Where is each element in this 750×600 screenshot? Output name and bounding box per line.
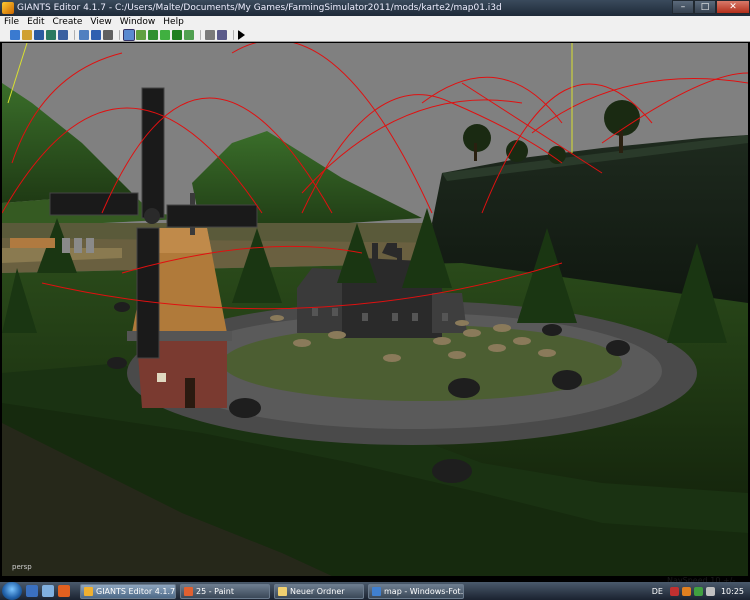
system-tray: DE 10:25 [652,582,750,600]
paint-icon[interactable] [148,29,158,40]
photo-viewer-icon [372,586,381,596]
tool-icon[interactable] [205,29,215,40]
grass-icon[interactable] [184,29,194,40]
network-icon[interactable] [693,586,703,596]
menu-view[interactable]: View [86,17,115,27]
tray-app-icon[interactable] [681,586,691,596]
task-giants-editor[interactable]: GIANTS Editor 4.1.7 ... [80,583,176,599]
volume-icon[interactable] [705,586,715,596]
export-icon[interactable] [58,29,68,40]
clock[interactable]: 10:25 [721,587,744,596]
start-button[interactable] [2,582,22,600]
new-icon[interactable] [10,29,20,40]
windows-taskbar: GIANTS Editor 4.1.7 ... 25 - Paint Neuer… [0,582,750,600]
show-desktop-icon[interactable] [26,585,38,597]
toolbar-separator [233,29,234,40]
import-icon[interactable] [79,29,89,40]
terrain-icon[interactable] [136,29,146,40]
task-label: Neuer Ordner [290,586,345,596]
toolbar-separator [74,29,75,40]
scene-render [2,43,748,576]
toolbar [0,28,750,42]
close-button[interactable]: ✕ [716,0,750,14]
3d-viewport[interactable]: persp [2,43,748,576]
foliage-icon[interactable] [160,29,170,40]
window-title: GIANTS Editor 4.1.7 - C:/Users/Malte/Doc… [17,3,502,13]
undo-icon[interactable] [91,29,101,40]
task-label: 25 - Paint [196,586,234,596]
redo-icon[interactable] [103,29,113,40]
select-icon[interactable] [123,28,135,41]
menu-create[interactable]: Create [49,17,87,27]
menu-file[interactable]: File [0,17,23,27]
toolbar-separator [200,29,201,40]
save-as-icon[interactable] [46,29,56,40]
menu-help[interactable]: Help [159,17,188,27]
task-label: GIANTS Editor 4.1.7 ... [96,586,176,596]
window-controls: – □ ✕ [672,0,750,14]
menu-bar: File Edit Create View Window Help [0,16,750,28]
camera-label: persp [12,563,32,571]
decal-icon[interactable] [172,29,182,40]
giants-app-icon [2,2,14,14]
language-indicator[interactable]: DE [652,587,663,596]
task-label: map - Windows-Fot... [384,586,464,596]
paint-app-icon [184,586,193,596]
minimize-button[interactable]: – [672,0,694,14]
save-icon[interactable] [34,29,44,40]
toolbar-separator [119,29,120,40]
maximize-button[interactable]: □ [694,0,716,14]
browser-icon[interactable] [58,585,70,597]
task-photo-viewer[interactable]: map - Windows-Fot... [368,583,464,599]
task-paint[interactable]: 25 - Paint [180,583,270,599]
menu-edit[interactable]: Edit [23,17,48,27]
task-folder[interactable]: Neuer Ordner [274,583,364,599]
switch-windows-icon[interactable] [42,585,54,597]
play-icon[interactable] [238,29,245,40]
open-icon[interactable] [22,29,32,40]
antivirus-icon[interactable] [669,586,679,596]
giants-app-icon [84,586,93,596]
folder-icon [278,586,287,596]
menu-window[interactable]: Window [116,17,160,27]
title-bar: GIANTS Editor 4.1.7 - C:/Users/Malte/Doc… [0,0,750,16]
tool-icon[interactable] [217,29,227,40]
